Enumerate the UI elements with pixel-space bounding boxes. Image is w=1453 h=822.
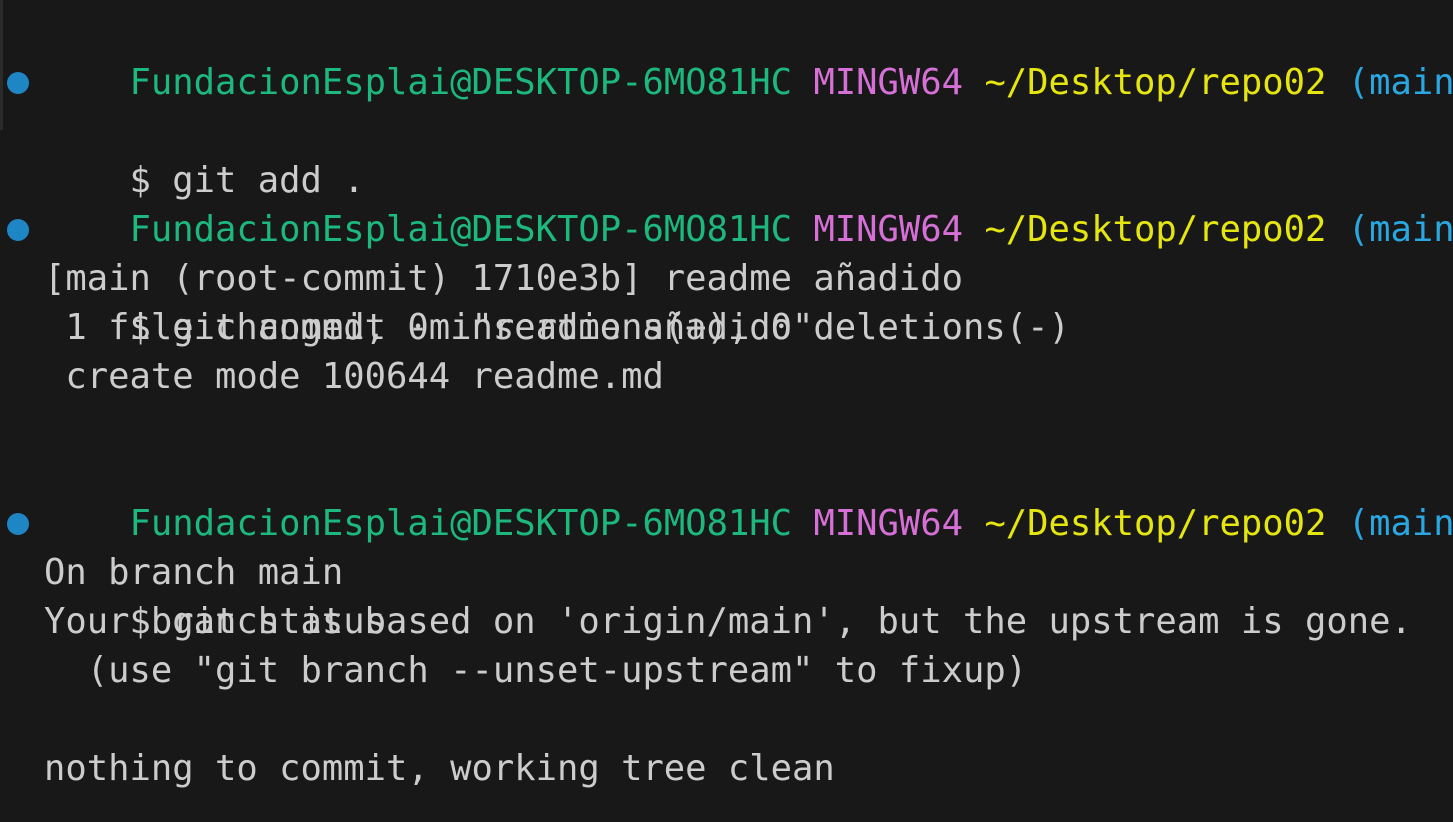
prompt-line: FundacionEsplai@DESKTOP-6MO81HC MINGW64 … [0,450,1453,544]
output-line: Your branch is based on 'origin/main', b… [0,597,1453,646]
output-line: On branch main [0,548,1453,597]
command-line: $ git add . [0,58,1453,201]
prompt-line: FundacionEsplai@DESKTOP-6MO81HC MINGW64 … [0,9,1453,103]
output-line: nothing to commit, working tree clean [0,744,1453,793]
output-text: nothing to commit, working tree clean [44,748,835,789]
output-line: create mode 100644 readme.md [0,352,1453,401]
command-line: $ git status [0,499,1453,642]
output-text: 1 file changed, 0 insertions(+), 0 delet… [44,307,1070,348]
output-line: [main (root-commit) 1710e3b] readme añad… [0,254,1453,303]
prompt-line: FundacionEsplai@DESKTOP-6MO81HC MINGW64 … [0,156,1453,250]
command-line: $ git commit -m "readme añadido" [0,205,1453,348]
output-line: (use "git branch --unset-upstream" to fi… [0,646,1453,695]
command-status-dot-icon[interactable] [7,513,29,535]
output-text: [main (root-commit) 1710e3b] readme añad… [44,258,964,299]
output-text: (use "git branch --unset-upstream" to fi… [44,650,1028,691]
output-text: On branch main [44,552,344,593]
output-text: create mode 100644 readme.md [44,356,664,397]
command-status-dot-icon[interactable] [7,72,29,94]
output-line: 1 file changed, 0 insertions(+), 0 delet… [0,303,1453,352]
command-status-dot-icon[interactable] [7,219,29,241]
output-text: Your branch is based on 'origin/main', b… [44,601,1412,642]
terminal-panel[interactable]: FundacionEsplai@DESKTOP-6MO81HC MINGW64 … [0,0,1453,822]
